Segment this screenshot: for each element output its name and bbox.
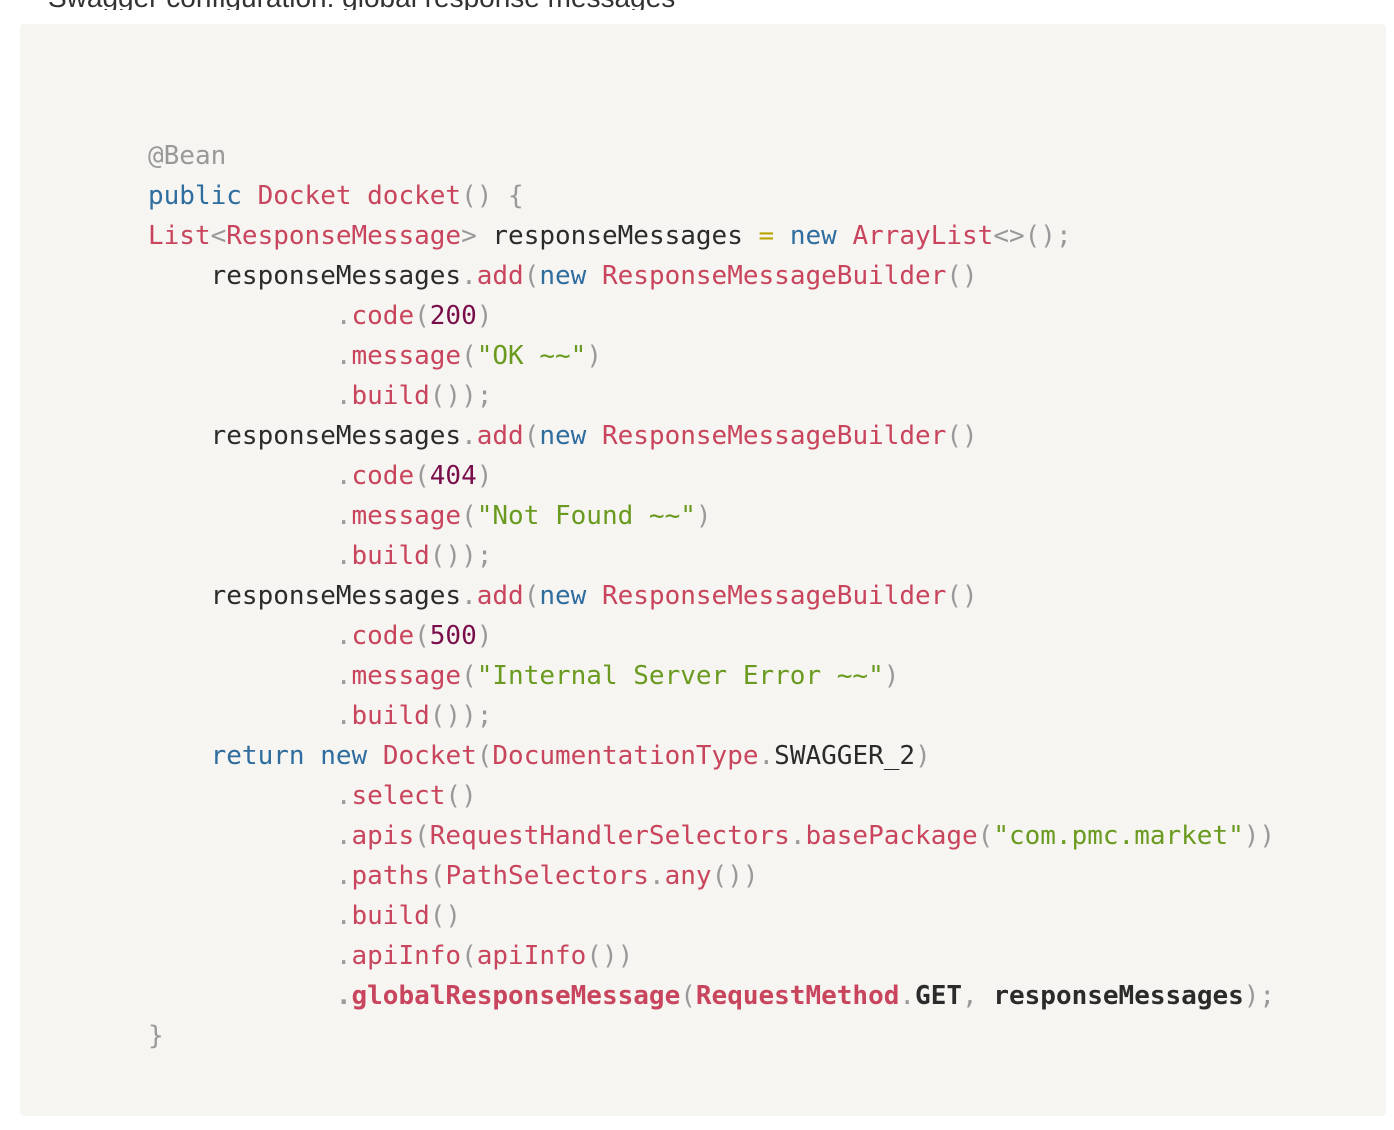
identifier-token: SWAGGER_2 (774, 741, 916, 771)
keyword-token: return (210, 741, 305, 771)
string-token: "OK ~~" (476, 341, 587, 371)
method-token: build (351, 381, 430, 411)
code-line-paths: .paths(PathSelectors.any()) (335, 861, 759, 891)
method-token: message (351, 341, 462, 371)
code-line-message-200: .message("OK ~~") (335, 341, 602, 371)
type-token: DocumentationType (492, 741, 759, 771)
type-token: Docket (382, 741, 477, 771)
identifier-token: responseMessages (210, 421, 462, 451)
identifier-token: responseMessages (210, 581, 462, 611)
method-name-token: docket (367, 181, 462, 211)
method-token: code (351, 621, 415, 651)
punctuation-token: <> (993, 221, 1025, 251)
code-line-code-500: .code(500) (335, 621, 493, 651)
method-token: apiInfo (476, 941, 587, 971)
code-line-code-404: .code(404) (335, 461, 493, 491)
type-token: Docket (257, 181, 352, 211)
identifier-token: GET (915, 981, 963, 1011)
keyword-token: new (789, 221, 837, 251)
method-token: add (476, 581, 524, 611)
code-line-closing-brace: } (148, 1016, 1275, 1056)
number-token: 404 (429, 461, 477, 491)
method-token: message (351, 501, 462, 531)
string-token: "Internal Server Error ~~" (476, 661, 884, 691)
code-line-list-declaration: List<ResponseMessage> responseMessages =… (148, 221, 1072, 251)
code-line-select: .select() (335, 781, 477, 811)
punctuation-token: } (148, 1021, 164, 1051)
code-line-build-200: .build()); (335, 381, 493, 411)
method-token: paths (351, 861, 430, 891)
code-line-code-200: .code(200) (335, 301, 493, 331)
number-token: 200 (429, 301, 477, 331)
type-token: ArrayList (852, 221, 994, 251)
code-line-add-404: responseMessages.add(new ResponseMessage… (210, 421, 978, 451)
type-token: ResponseMessageBuilder (601, 421, 947, 451)
type-token: RequestHandlerSelectors (429, 821, 790, 851)
method-token: build (351, 541, 430, 571)
keyword-token: new (320, 741, 368, 771)
keyword-token: new (539, 421, 587, 451)
keyword-token: public (148, 181, 242, 211)
page-text-fragment: Swagger configuration: global response m… (0, 0, 1394, 10)
code-line-build-404: .build()); (335, 541, 493, 571)
method-token: message (351, 661, 462, 691)
code-line-message-404: .message("Not Found ~~") (335, 501, 712, 531)
code-line-annotation: @Bean (148, 136, 1275, 176)
method-token: apiInfo (351, 941, 462, 971)
method-token: select (351, 781, 446, 811)
code-line-return-docket: return new Docket(DocumentationType.SWAG… (210, 741, 931, 771)
identifier-token: responseMessages (993, 981, 1244, 1011)
code-listing: @Bean public Docket docket() { List<Respon… (148, 136, 1275, 1056)
method-token: code (351, 301, 415, 331)
method-token: code (351, 461, 415, 491)
string-token: "Not Found ~~" (476, 501, 696, 531)
method-token: add (476, 261, 524, 291)
method-token: any (664, 861, 712, 891)
code-line-api-info: .apiInfo(apiInfo()) (335, 941, 634, 971)
method-token: basePackage (805, 821, 978, 851)
keyword-token: new (539, 581, 587, 611)
code-line-build-500: .build()); (335, 701, 493, 731)
number-token: 500 (429, 621, 477, 651)
method-token: build (351, 701, 430, 731)
method-token: apis (351, 821, 415, 851)
type-token: ResponseMessage (226, 221, 462, 251)
string-token: "com.pmc.market" (993, 821, 1244, 851)
code-line-add-200: responseMessages.add(new ResponseMessage… (210, 261, 978, 291)
code-line-add-500: responseMessages.add(new ResponseMessage… (210, 581, 978, 611)
method-token: build (351, 901, 430, 931)
code-line-message-500: .message("Internal Server Error ~~") (335, 661, 900, 691)
identifier-token: responseMessages (210, 261, 462, 291)
type-token: ResponseMessageBuilder (601, 261, 947, 291)
annotation-token: @Bean (148, 141, 227, 171)
type-token: List (148, 221, 211, 251)
code-line-build: .build() (335, 901, 462, 931)
code-line-method-signature: public Docket docket() { (148, 181, 524, 211)
code-block: @Bean public Docket docket() { List<Respon… (20, 24, 1386, 1116)
type-token: PathSelectors (445, 861, 649, 891)
type-token: ResponseMessageBuilder (601, 581, 947, 611)
method-token: add (476, 421, 524, 451)
method-token: globalResponseMessage (351, 981, 681, 1011)
keyword-token: new (539, 261, 587, 291)
code-line-apis: .apis(RequestHandlerSelectors.basePackag… (335, 821, 1276, 851)
identifier-token: responseMessages (492, 221, 743, 251)
code-line-global-response: .globalResponseMessage(RequestMethod.GET… (335, 981, 1276, 1011)
type-token: RequestMethod (695, 981, 900, 1011)
